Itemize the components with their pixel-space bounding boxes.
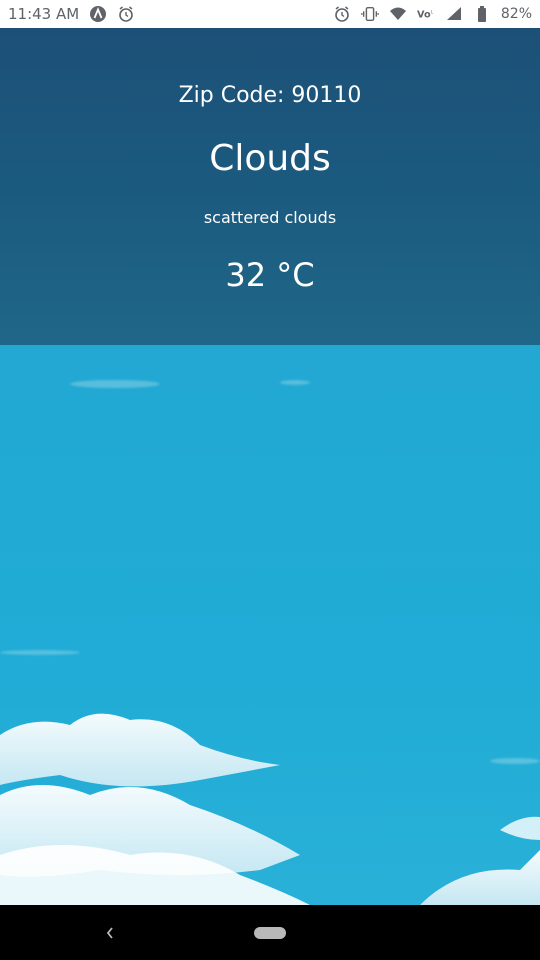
status-bar-right: Vo L 82% [333, 5, 532, 23]
status-time: 11:43 AM [8, 5, 80, 23]
volte-icon: Vo L [417, 5, 435, 23]
back-icon[interactable] [100, 919, 120, 947]
alarm-icon [333, 5, 351, 23]
weather-condition: Clouds [209, 138, 331, 179]
svg-text:Vo: Vo [417, 9, 431, 20]
battery-percent: 82% [500, 6, 532, 22]
sky-wisp [70, 380, 160, 388]
app-screen: 11:43 AM Vo L 82% Zip Code: 90110 Clouds… [0, 0, 540, 960]
sky-wisp [280, 380, 310, 385]
clouds-illustration [0, 713, 540, 905]
weather-header: Zip Code: 90110 Clouds scattered clouds … [0, 28, 540, 345]
temperature: 32 °C [225, 256, 315, 294]
weather-description: scattered clouds [203, 208, 337, 227]
navigation-bar [0, 905, 540, 960]
vibrate-icon [361, 5, 379, 23]
svg-text:L: L [431, 9, 434, 14]
alarm-icon [117, 5, 135, 23]
sky-wisp [0, 650, 80, 655]
app-a-icon [89, 5, 107, 23]
status-bar: 11:43 AM Vo L 82% [0, 0, 540, 28]
battery-icon [473, 5, 491, 23]
zip-code-label: Zip Code: 90110 [178, 83, 362, 108]
wifi-icon [389, 5, 407, 23]
home-pill-icon[interactable] [254, 927, 286, 939]
status-bar-left: 11:43 AM [8, 5, 135, 23]
signal-icon [445, 5, 463, 23]
